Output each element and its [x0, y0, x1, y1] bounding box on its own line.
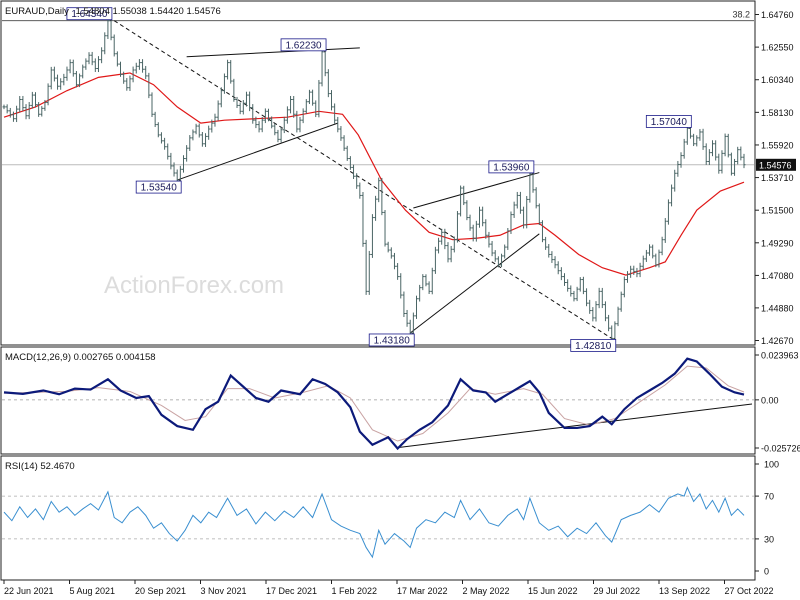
rsi-tick-label: 100: [764, 460, 779, 470]
macd-tick-label: 0.00: [761, 395, 779, 405]
annotation-label: 1.53540: [141, 183, 178, 194]
date-tick-label: 15 Jun 2022: [528, 586, 578, 596]
rsi-tick-label: 70: [764, 492, 774, 502]
date-tick-label: 22 Jun 2021: [4, 586, 54, 596]
rsi-panel-title: RSI(14) 52.4670: [5, 461, 75, 472]
price-tick-label: 1.64760: [761, 10, 794, 20]
price-tick-label: 1.44880: [761, 303, 794, 313]
watermark-text: ActionForex.com: [104, 272, 284, 299]
price-tick-label: 1.55920: [761, 140, 794, 150]
date-tick-label: 29 Jul 2022: [594, 586, 641, 596]
price-tick-label: 1.53710: [761, 173, 794, 183]
date-tick-label: 5 Aug 2021: [70, 586, 116, 596]
annotation-label: 1.62230: [285, 40, 322, 51]
ohlc-label: 1.54804 1.55038 1.54420 1.54576: [76, 6, 221, 17]
price-tick-label: 1.47080: [761, 271, 794, 281]
annotation-label: 1.42810: [575, 341, 612, 352]
date-tick-label: 13 Sep 2022: [659, 586, 710, 596]
price-tick-label: 1.49290: [761, 238, 794, 248]
macd-tick-label: 0.023963: [761, 351, 799, 361]
current-price-tag: 1.54576: [756, 158, 796, 171]
price-tick-label: 1.62550: [761, 43, 794, 53]
annotation-label: 1.43180: [374, 335, 411, 346]
date-tick-label: 17 Dec 2021: [266, 586, 317, 596]
euraud-chart: ActionForex.com 1.64760 1.62550 1.60340 1.5…: [0, 0, 800, 600]
chart-background: [0, 0, 800, 600]
date-tick-label: 2 May 2022: [463, 586, 510, 596]
price-panel-title: EURAUD,Daily 1.54804 1.55038 1.54420 1.5…: [5, 6, 221, 17]
price-tick-label: 1.60340: [761, 75, 794, 85]
annotation-label: 1.57040: [651, 117, 688, 128]
price-tick-label: 1.42670: [761, 336, 794, 346]
macd-panel-title: MACD(12,26,9) 0.002765 0.004158: [5, 352, 156, 363]
date-tick-label: 17 Mar 2022: [397, 586, 448, 596]
price-tick-label: 1.58130: [761, 108, 794, 118]
date-tick-label: 20 Sep 2021: [135, 586, 186, 596]
date-tick-label: 3 Nov 2021: [201, 586, 247, 596]
symbol-label: EURAUD,Daily: [5, 6, 69, 17]
rsi-tick-label: 0: [764, 567, 769, 577]
rsi-tick-label: 30: [764, 534, 774, 544]
date-tick-label: 27 Oct 2022: [725, 586, 774, 596]
price-tick-label: 1.51500: [761, 206, 794, 216]
annotation-label: 1.53960: [493, 162, 530, 173]
current-price-tag-label: 1.54576: [759, 160, 792, 170]
date-tick-label: 1 Feb 2022: [332, 586, 378, 596]
macd-tick-label: -0.025726: [761, 444, 800, 454]
fib-level-label: 38.2: [732, 10, 750, 20]
